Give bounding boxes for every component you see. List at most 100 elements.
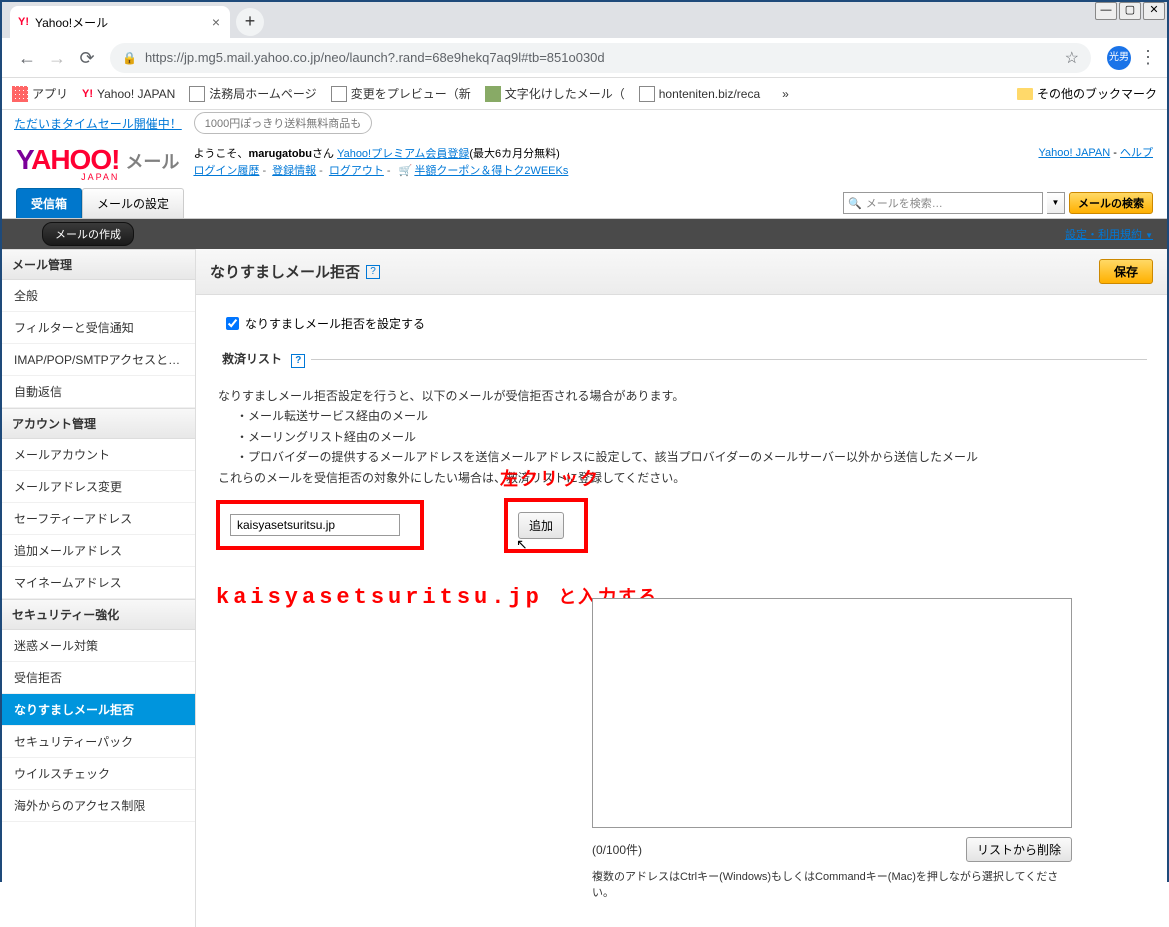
tab-mail-settings[interactable]: メールの設定 — [82, 188, 184, 218]
sidebar-item-autoreply[interactable]: 自動返信 — [2, 376, 195, 408]
settings-terms-link[interactable]: 設定・利用規約 ▼ — [1065, 226, 1153, 242]
bookmark-label: 変更をプレビュー（新 — [351, 85, 471, 102]
tab-title: Yahoo!メール — [35, 14, 108, 31]
bookmark-item[interactable]: 法務局ホームページ — [189, 85, 316, 102]
promo-link[interactable]: ただいまタイムセール開催中！ — [14, 115, 182, 132]
mail-search-input[interactable]: 🔍 メールを検索… — [843, 192, 1043, 214]
header-right-links: Yahoo! JAPAN - ヘルプ — [1038, 144, 1153, 182]
annotation-input-value: kaisyasetsuritsu.jp — [216, 585, 543, 610]
sidebar-item-address-change[interactable]: メールアドレス変更 — [2, 471, 195, 503]
header-info: ようこそ、marugatobuさん Yahoo!プレミアム会員登録(最大6カ月分… — [193, 146, 568, 182]
logout-link[interactable]: ログアウト — [329, 165, 384, 177]
fieldset-legend: 救済リスト — [222, 352, 282, 366]
apps-shortcut[interactable]: アプリ — [12, 85, 68, 102]
sidebar-item-spam[interactable]: 迷惑メール対策 — [2, 630, 195, 662]
enable-spoofing-block-checkbox[interactable] — [226, 317, 239, 330]
bookmark-item[interactable]: 文字化けしたメール（ — [485, 85, 625, 102]
bookmark-label: honteniten.biz/reca — [659, 87, 760, 101]
sidebar-header-mail: メール管理 — [2, 249, 195, 280]
lock-icon: 🔒 — [122, 51, 137, 65]
rescue-list-box[interactable] — [592, 598, 1072, 828]
bookmarks-bar: アプリ Y! Yahoo! JAPAN 法務局ホームページ 変更をプレビュー（新… — [2, 78, 1167, 110]
settings-terms-label: 設定・利用規約 — [1065, 229, 1142, 241]
sidebar-item-imap[interactable]: IMAP/POP/SMTPアクセスと… — [2, 344, 195, 376]
help-icon[interactable]: ? — [366, 265, 380, 279]
tab-close-icon[interactable]: × — [212, 14, 220, 30]
greeting-text: ようこそ、 — [193, 148, 248, 160]
login-history-link[interactable]: ログイン履歴 — [193, 165, 259, 177]
coupon-link[interactable]: 半額クーポン＆得トク2WEEKs — [414, 165, 568, 177]
sidebar-item-safety-address[interactable]: セーフティーアドレス — [2, 503, 195, 535]
search-icon: 🔍 — [848, 197, 862, 210]
annotation-highlight-input — [216, 500, 424, 550]
rescue-list-area: (0/100件) リストから削除 複数のアドレスはCtrlキー(Windows)… — [592, 598, 1147, 900]
compose-button[interactable]: メールの作成 — [42, 222, 134, 246]
browser-tab[interactable]: Y! Yahoo!メール × — [10, 6, 230, 38]
help-icon[interactable]: ? — [291, 354, 305, 368]
page-title: なりすましメール拒否 — [210, 261, 360, 282]
save-button[interactable]: 保存 — [1099, 259, 1153, 284]
image-icon — [485, 86, 501, 102]
page-icon — [639, 86, 655, 102]
forward-button[interactable]: → — [42, 43, 72, 73]
bookmark-label: 文字化けしたメール（ — [505, 85, 625, 102]
logo[interactable]: YAHOO! JAPAN メール — [16, 144, 179, 182]
cart-icon: 🛒 — [399, 165, 413, 177]
desc-line: なりすましメール拒否設定を行うと、以下のメールが受信拒否される場合があります。 — [218, 386, 1147, 406]
desc-line: これらのメールを受信拒否の対象外にしたい場合は、救済リストに登録してください。 — [218, 471, 685, 485]
mail-search-button[interactable]: メールの検索 — [1069, 192, 1153, 214]
url-text: https://jp.mg5.mail.yahoo.co.jp/neo/laun… — [145, 50, 605, 65]
url-bar: ← → ⟳ 🔒 https://jp.mg5.mail.yahoo.co.jp/… — [2, 38, 1167, 78]
window-maximize[interactable]: ▢ — [1119, 2, 1141, 20]
annotation-left-click: 左クリック — [500, 466, 600, 497]
sidebar-item-virus[interactable]: ウイルスチェック — [2, 758, 195, 790]
sidebar-item-filter[interactable]: フィルターと受信通知 — [2, 312, 195, 344]
url-field[interactable]: 🔒 https://jp.mg5.mail.yahoo.co.jp/neo/la… — [110, 43, 1091, 73]
sidebar-item-myname-address[interactable]: マイネームアドレス — [2, 567, 195, 599]
window-close[interactable]: ✕ — [1143, 2, 1165, 20]
multi-select-note: 複数のアドレスはCtrlキー(Windows)もしくはCommandキー(Mac… — [592, 868, 1072, 900]
sidebar-item-overseas[interactable]: 海外からのアクセス制限 — [2, 790, 195, 822]
bookmarks-overflow-icon[interactable]: » — [782, 87, 789, 101]
profile-avatar[interactable]: 光男 — [1107, 46, 1131, 70]
bookmark-label: Yahoo! JAPAN — [97, 87, 175, 101]
sidebar-item-security-pack[interactable]: セキュリティーパック — [2, 726, 195, 758]
back-button[interactable]: ← — [12, 43, 42, 73]
window-minimize[interactable]: — — [1095, 2, 1117, 20]
sidebar-item-spoofing[interactable]: なりすましメール拒否 — [2, 694, 195, 726]
checkbox-label[interactable]: なりすましメール拒否を設定する — [245, 315, 425, 332]
desc-line: ・メール転送サービス経由のメール — [236, 406, 1147, 426]
premium-link[interactable]: Yahoo!プレミアム会員登録 — [337, 148, 469, 160]
browser-menu-icon[interactable]: ⋮ — [1139, 47, 1157, 68]
yahoo-japan-link[interactable]: Yahoo! JAPAN — [1038, 147, 1110, 159]
sidebar-item-additional-address[interactable]: 追加メールアドレス — [2, 535, 195, 567]
add-button[interactable]: 追加 — [518, 512, 564, 539]
main-tabs: 受信箱 メールの設定 🔍 メールを検索… ▼ メールの検索 — [2, 182, 1167, 219]
promo-pill[interactable]: 1000円ぽっきり送料無料商品も — [194, 112, 372, 134]
bookmark-item[interactable]: 変更をプレビュー（新 — [331, 85, 471, 102]
reg-info-link[interactable]: 登録情報 — [272, 165, 316, 177]
sidebar-header-account: アカウント管理 — [2, 408, 195, 439]
reload-button[interactable]: ⟳ — [72, 43, 102, 73]
premium-note: (最大6カ月分無料) — [469, 148, 559, 160]
bookmark-item[interactable]: Y! Yahoo! JAPAN — [82, 87, 175, 101]
rescue-list-fieldset: 救済リスト ? — [216, 350, 1147, 378]
new-tab-button[interactable]: + — [236, 8, 264, 36]
sidebar-item-account[interactable]: メールアカウント — [2, 439, 195, 471]
page-header: YAHOO! JAPAN メール ようこそ、marugatobuさん Yahoo… — [2, 136, 1167, 182]
bookmark-item[interactable]: honteniten.biz/reca — [639, 86, 760, 102]
page-icon — [331, 86, 347, 102]
search-dropdown-icon[interactable]: ▼ — [1047, 192, 1065, 214]
sidebar-item-block[interactable]: 受信拒否 — [2, 662, 195, 694]
desc-line: ・メーリングリスト経由のメール — [236, 427, 1147, 447]
bookmark-star-icon[interactable]: ☆ — [1065, 48, 1079, 68]
other-bookmarks[interactable]: その他のブックマーク — [1017, 85, 1157, 102]
rescue-address-input[interactable] — [230, 514, 400, 536]
delete-from-list-button[interactable]: リストから削除 — [966, 837, 1072, 862]
help-link[interactable]: ヘルプ — [1120, 147, 1153, 159]
page-icon — [189, 86, 205, 102]
description-text: なりすましメール拒否設定を行うと、以下のメールが受信拒否される場合があります。 … — [218, 386, 1147, 488]
tab-inbox[interactable]: 受信箱 — [16, 188, 82, 218]
sidebar: メール管理 全般 フィルターと受信通知 IMAP/POP/SMTPアクセスと… … — [2, 249, 196, 927]
sidebar-item-general[interactable]: 全般 — [2, 280, 195, 312]
